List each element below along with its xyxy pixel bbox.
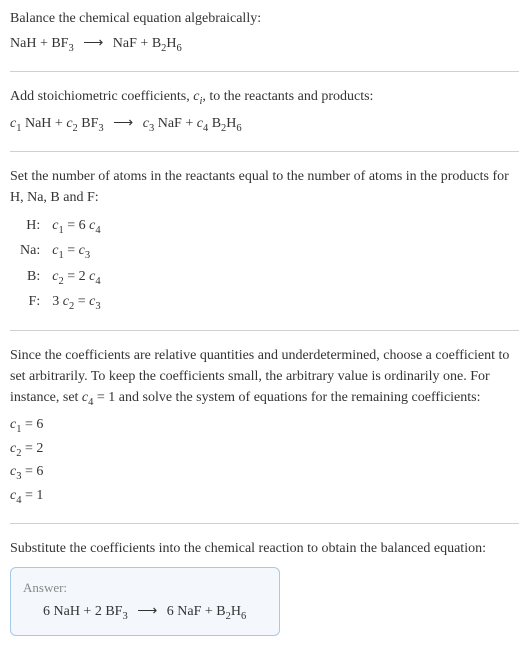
coef-equation: c1 NaH + c2 BF3 ⟶ c3 NaF + c4 B2H6: [10, 113, 519, 137]
divider: [10, 71, 519, 72]
subst-text: Substitute the coefficients into the che…: [10, 538, 519, 559]
coef-c3: c3 = 6: [10, 461, 519, 485]
element-na: Na:: [16, 239, 48, 265]
divider: [10, 151, 519, 152]
bf3s: 3: [98, 123, 103, 134]
atom-equations-table: H: c1 = 6 c4 Na: c1 = c3 B: c2 = 2 c4 F:…: [16, 214, 105, 316]
arrow-icon: ⟶: [113, 113, 133, 134]
sp1: NaH +: [21, 116, 66, 131]
stoich-t2: , to the reactants and products:: [202, 89, 373, 104]
ans-pre1: 6 NaH + 2 BF: [43, 604, 122, 619]
element-f: F:: [16, 290, 48, 316]
product-naf: NaF: [113, 36, 137, 51]
element-h: H:: [16, 214, 48, 240]
eq-b: c2 = 2 c4: [48, 265, 104, 291]
stoich-t1: Add stoichiometric coefficients,: [10, 89, 193, 104]
sp2: BF: [78, 116, 99, 131]
table-row: F: 3 c2 = c3: [16, 290, 105, 316]
arrow-icon: ⟶: [137, 601, 157, 622]
subst-section: Substitute the coefficients into the che…: [10, 538, 519, 636]
h6-sub: 6: [177, 43, 182, 54]
divider: [10, 330, 519, 331]
underdet-text: Since the coefficients are relative quan…: [10, 345, 519, 411]
coef-c1: c1 = 6: [10, 414, 519, 438]
reactant-bf: BF: [51, 36, 68, 51]
coef-c2: c2 = 2: [10, 438, 519, 462]
product-b: B: [152, 36, 161, 51]
sp4: B: [208, 116, 221, 131]
underdet-t2: = 1 and solve the system of equations fo…: [93, 390, 480, 405]
ans-bf3: 3: [122, 611, 127, 622]
arrow-icon: ⟶: [83, 33, 103, 54]
stoich-section: Add stoichiometric coefficients, ci, to …: [10, 86, 519, 137]
h: H: [226, 116, 236, 131]
atoms-section: Set the number of atoms in the reactants…: [10, 166, 519, 316]
table-row: H: c1 = 6 c4: [16, 214, 105, 240]
ans-mid: 6 NaF + B: [167, 604, 226, 619]
eq-na: c1 = c3: [48, 239, 104, 265]
element-b: B:: [16, 265, 48, 291]
divider: [10, 523, 519, 524]
stoich-text: Add stoichiometric coefficients, ci, to …: [10, 86, 519, 110]
h6s: 6: [236, 123, 241, 134]
sp3: NaF +: [154, 116, 197, 131]
table-row: Na: c1 = c3: [16, 239, 105, 265]
intro-text: Balance the chemical equation algebraica…: [10, 8, 519, 29]
balanced-equation: 6 NaH + 2 BF3 ⟶ 6 NaF + B2H6: [23, 601, 267, 625]
ans-h6: 6: [241, 611, 246, 622]
product-h: H: [166, 36, 176, 51]
bf3-sub: 3: [68, 43, 73, 54]
answer-label: Answer:: [23, 578, 267, 598]
plus2: +: [137, 36, 152, 51]
underdet-section: Since the coefficients are relative quan…: [10, 345, 519, 509]
coef-list: c1 = 6 c2 = 2 c3 = 6 c4 = 1: [10, 414, 519, 508]
intro-section: Balance the chemical equation algebraica…: [10, 8, 519, 57]
atoms-intro: Set the number of atoms in the reactants…: [10, 166, 519, 208]
plus: +: [36, 36, 51, 51]
eq-h: c1 = 6 c4: [48, 214, 104, 240]
reactant-nah: NaH: [10, 36, 36, 51]
eq-f: 3 c2 = c3: [48, 290, 104, 316]
coef-c4: c4 = 1: [10, 485, 519, 509]
ans-h: H: [231, 604, 241, 619]
answer-box: Answer: 6 NaH + 2 BF3 ⟶ 6 NaF + B2H6: [10, 567, 280, 636]
table-row: B: c2 = 2 c4: [16, 265, 105, 291]
unbalanced-equation: NaH + BF3 ⟶ NaF + B2H6: [10, 33, 519, 57]
